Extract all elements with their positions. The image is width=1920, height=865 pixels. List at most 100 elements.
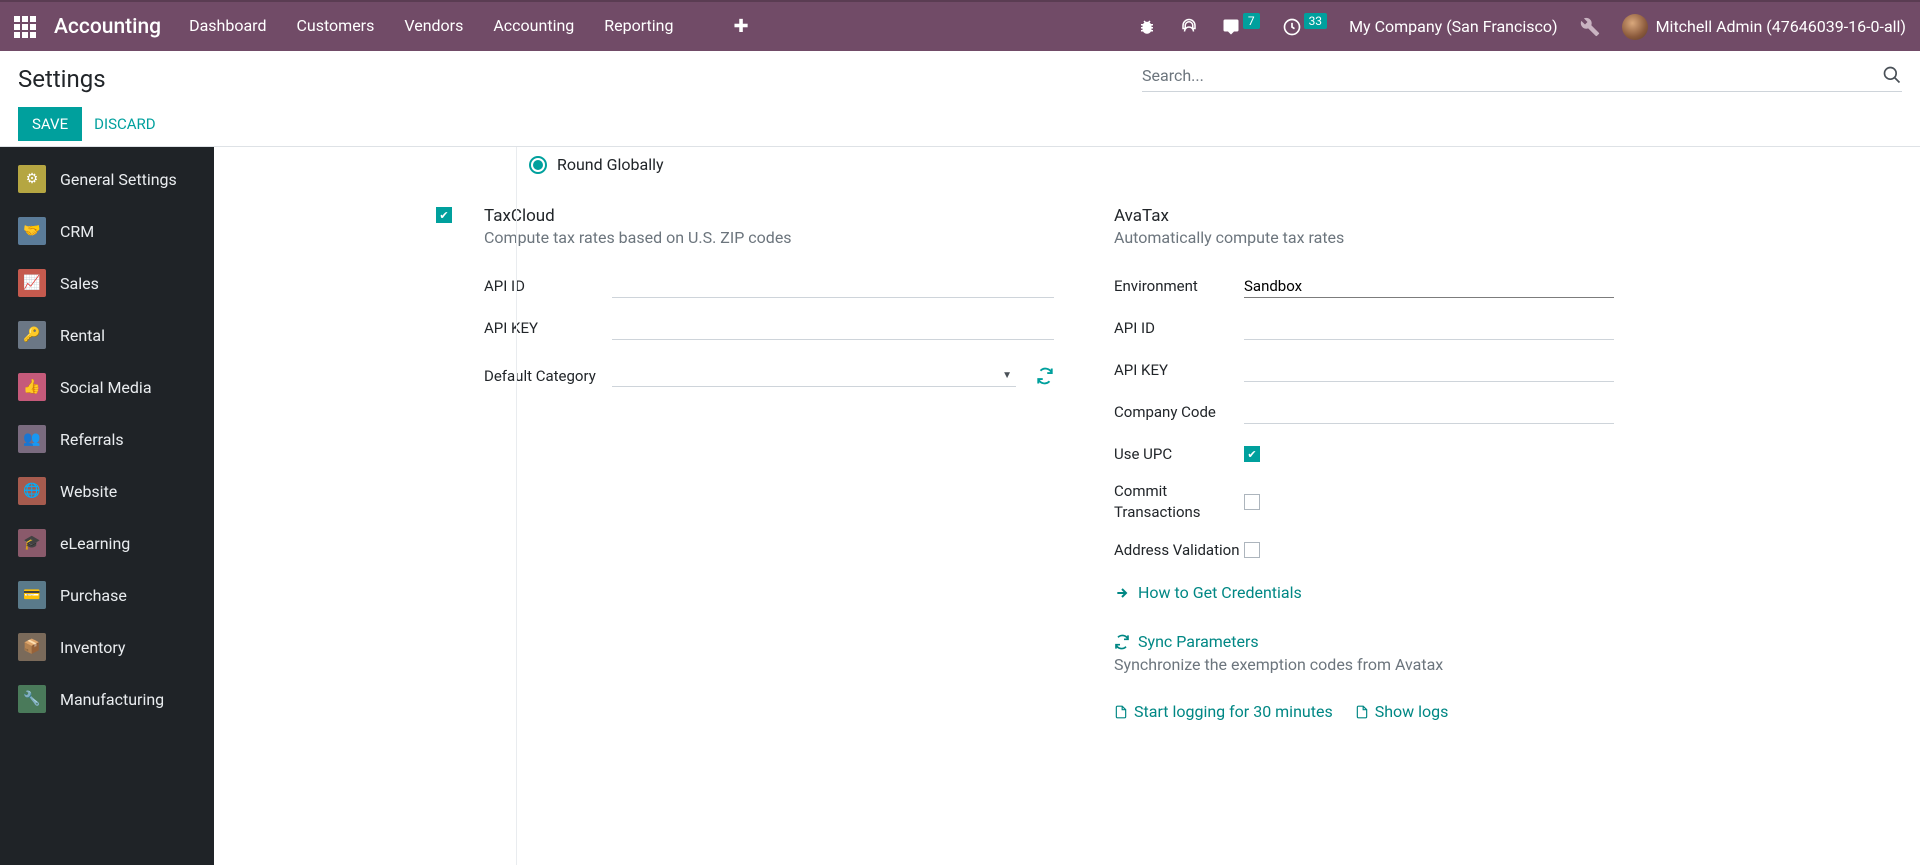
avatax-company-code-input[interactable] bbox=[1244, 401, 1614, 424]
sidebar-item-label: Inventory bbox=[60, 638, 126, 657]
globe-icon: 🌐 bbox=[18, 477, 46, 505]
topbar-right: 7 33 My Company (San Francisco) Mitchell… bbox=[1137, 14, 1906, 40]
avatax-title: AvaTax bbox=[1114, 206, 1614, 226]
menu-dashboard[interactable]: Dashboard bbox=[189, 16, 266, 37]
taxcloud-api-id-input[interactable] bbox=[612, 275, 1054, 298]
taxcloud-default-category-select[interactable]: ▼ bbox=[612, 366, 1016, 387]
taxcloud-desc: Compute tax rates based on U.S. ZIP code… bbox=[484, 228, 1054, 247]
tools-icon[interactable] bbox=[1580, 17, 1600, 37]
avatax-show-logs-link[interactable]: Show logs bbox=[1355, 702, 1449, 721]
support-icon[interactable] bbox=[1179, 17, 1199, 37]
clock-icon bbox=[1282, 17, 1302, 37]
sidebar-item-inventory[interactable]: 📦 Inventory bbox=[0, 621, 214, 673]
avatax-desc: Automatically compute tax rates bbox=[1114, 228, 1614, 247]
link-label: How to Get Credentials bbox=[1138, 583, 1302, 602]
sidebar-item-label: General Settings bbox=[60, 170, 177, 189]
avatax-sync-desc: Synchronize the exemption codes from Ava… bbox=[1114, 655, 1614, 674]
avatax-section: AvaTax Automatically compute tax rates E… bbox=[1114, 206, 1614, 721]
link-label: Show logs bbox=[1375, 702, 1449, 721]
avatax-commit-label: Commit Transactions bbox=[1114, 481, 1244, 523]
sidebar-item-referrals[interactable]: 👥Referrals bbox=[0, 413, 214, 465]
avatar bbox=[1622, 14, 1648, 40]
search-bar bbox=[1142, 65, 1902, 92]
sidebar-item-elearning[interactable]: 🎓 eLearning bbox=[0, 517, 214, 569]
avatax-address-validation-checkbox[interactable] bbox=[1244, 542, 1260, 558]
taxcloud-title: TaxCloud bbox=[484, 206, 1054, 226]
menu-customers[interactable]: Customers bbox=[296, 16, 374, 37]
activities-badge: 33 bbox=[1304, 13, 1328, 29]
apps-menu-icon[interactable] bbox=[14, 16, 36, 38]
menu-vendors[interactable]: Vendors bbox=[404, 16, 463, 37]
activities-button[interactable]: 33 bbox=[1282, 17, 1328, 37]
avatax-start-logging-link[interactable]: Start logging for 30 minutes bbox=[1114, 702, 1333, 721]
radio-round-globally[interactable]: Round Globally bbox=[529, 155, 1890, 174]
taxcloud-section: TaxCloud Compute tax rates based on U.S.… bbox=[484, 206, 1054, 721]
sidebar-item-social-media[interactable]: 👍Social Media bbox=[0, 361, 214, 413]
sidebar-item-purchase[interactable]: 💳Purchase bbox=[0, 569, 214, 621]
messages-badge: 7 bbox=[1243, 13, 1260, 29]
sidebar-item-label: CRM bbox=[60, 222, 94, 241]
thumb-icon: 👍 bbox=[18, 373, 46, 401]
avatax-env-select[interactable] bbox=[1244, 275, 1614, 298]
new-menu-icon[interactable]: ✚ bbox=[734, 16, 749, 37]
chevron-down-icon: ▼ bbox=[998, 370, 1016, 381]
grad-icon: 🎓 bbox=[18, 529, 46, 557]
link-label: Sync Parameters bbox=[1138, 632, 1259, 651]
refresh-icon[interactable] bbox=[1036, 367, 1054, 385]
taxcloud-default-category-label: Default Category bbox=[484, 366, 612, 387]
sidebar-item-label: Website bbox=[60, 482, 117, 501]
file-icon bbox=[1114, 705, 1128, 719]
sidebar-item-label: Sales bbox=[60, 274, 99, 293]
box-icon: 📦 bbox=[18, 633, 46, 661]
search-input[interactable] bbox=[1142, 66, 1882, 85]
avatax-credentials-link[interactable]: How to Get Credentials bbox=[1114, 583, 1614, 602]
radio-dot-icon bbox=[529, 156, 547, 174]
top-navbar: Accounting Dashboard Customers Vendors A… bbox=[0, 0, 1920, 51]
sidebar-item-label: eLearning bbox=[60, 534, 130, 553]
taxcloud-enable-checkbox[interactable]: ✔ bbox=[436, 207, 452, 223]
gear-icon: ⚙ bbox=[18, 165, 46, 193]
handshake-icon: 🤝 bbox=[18, 217, 46, 245]
avatax-use-upc-checkbox[interactable]: ✔ bbox=[1244, 446, 1260, 462]
settings-content: Round Globally ✔ TaxCloud Compute tax ra… bbox=[214, 147, 1920, 865]
avatax-api-key-input[interactable] bbox=[1244, 359, 1614, 382]
sidebar-item-label: Referrals bbox=[60, 430, 124, 449]
avatax-company-code-label: Company Code bbox=[1114, 402, 1244, 423]
sidebar-item-label: Manufacturing bbox=[60, 690, 164, 709]
sidebar-item-website[interactable]: 🌐 Website bbox=[0, 465, 214, 517]
vertical-separator bbox=[516, 147, 517, 865]
body-area: ⚙General Settings 🤝CRM 📈Sales 🔑Rental 👍S… bbox=[0, 147, 1920, 865]
arrow-right-icon bbox=[1114, 585, 1130, 601]
search-icon[interactable] bbox=[1882, 65, 1902, 85]
bug-icon[interactable] bbox=[1137, 17, 1157, 37]
avatax-env-label: Environment bbox=[1114, 277, 1244, 295]
link-label: Start logging for 30 minutes bbox=[1134, 702, 1333, 721]
sidebar-item-sales[interactable]: 📈Sales bbox=[0, 257, 214, 309]
sidebar-item-general-settings[interactable]: ⚙ General Settings bbox=[0, 153, 214, 205]
wrench-icon: 🔧 bbox=[18, 685, 46, 713]
messages-button[interactable]: 7 bbox=[1221, 18, 1260, 36]
sidebar-item-crm[interactable]: 🤝 CRM bbox=[0, 205, 214, 257]
menu-accounting[interactable]: Accounting bbox=[493, 16, 574, 37]
sidebar-item-manufacturing[interactable]: 🔧 Manufacturing bbox=[0, 673, 214, 725]
radio-label: Round Globally bbox=[557, 155, 664, 174]
company-switcher[interactable]: My Company (San Francisco) bbox=[1349, 17, 1558, 36]
avatax-commit-checkbox[interactable] bbox=[1244, 494, 1260, 510]
sidebar-item-rental[interactable]: 🔑 Rental bbox=[0, 309, 214, 361]
file-icon bbox=[1355, 705, 1369, 719]
main-menu: Dashboard Customers Vendors Accounting R… bbox=[189, 16, 749, 37]
save-button[interactable]: SAVE bbox=[18, 107, 82, 141]
taxcloud-api-key-input[interactable] bbox=[612, 317, 1054, 340]
taxcloud-api-id-label: API ID bbox=[484, 277, 612, 295]
avatax-address-validation-label: Address Validation bbox=[1114, 540, 1244, 561]
sidebar-item-label: Rental bbox=[60, 326, 105, 345]
card-icon: 💳 bbox=[18, 581, 46, 609]
module-brand[interactable]: Accounting bbox=[54, 15, 161, 39]
menu-reporting[interactable]: Reporting bbox=[604, 16, 673, 37]
user-menu[interactable]: Mitchell Admin (47646039-16-0-all) bbox=[1622, 14, 1906, 40]
avatax-api-id-input[interactable] bbox=[1244, 317, 1614, 340]
avatax-sync-link[interactable]: Sync Parameters bbox=[1114, 632, 1614, 651]
discard-button[interactable]: DISCARD bbox=[94, 115, 155, 133]
taxcloud-api-key-label: API KEY bbox=[484, 319, 612, 337]
key-icon: 🔑 bbox=[18, 321, 46, 349]
